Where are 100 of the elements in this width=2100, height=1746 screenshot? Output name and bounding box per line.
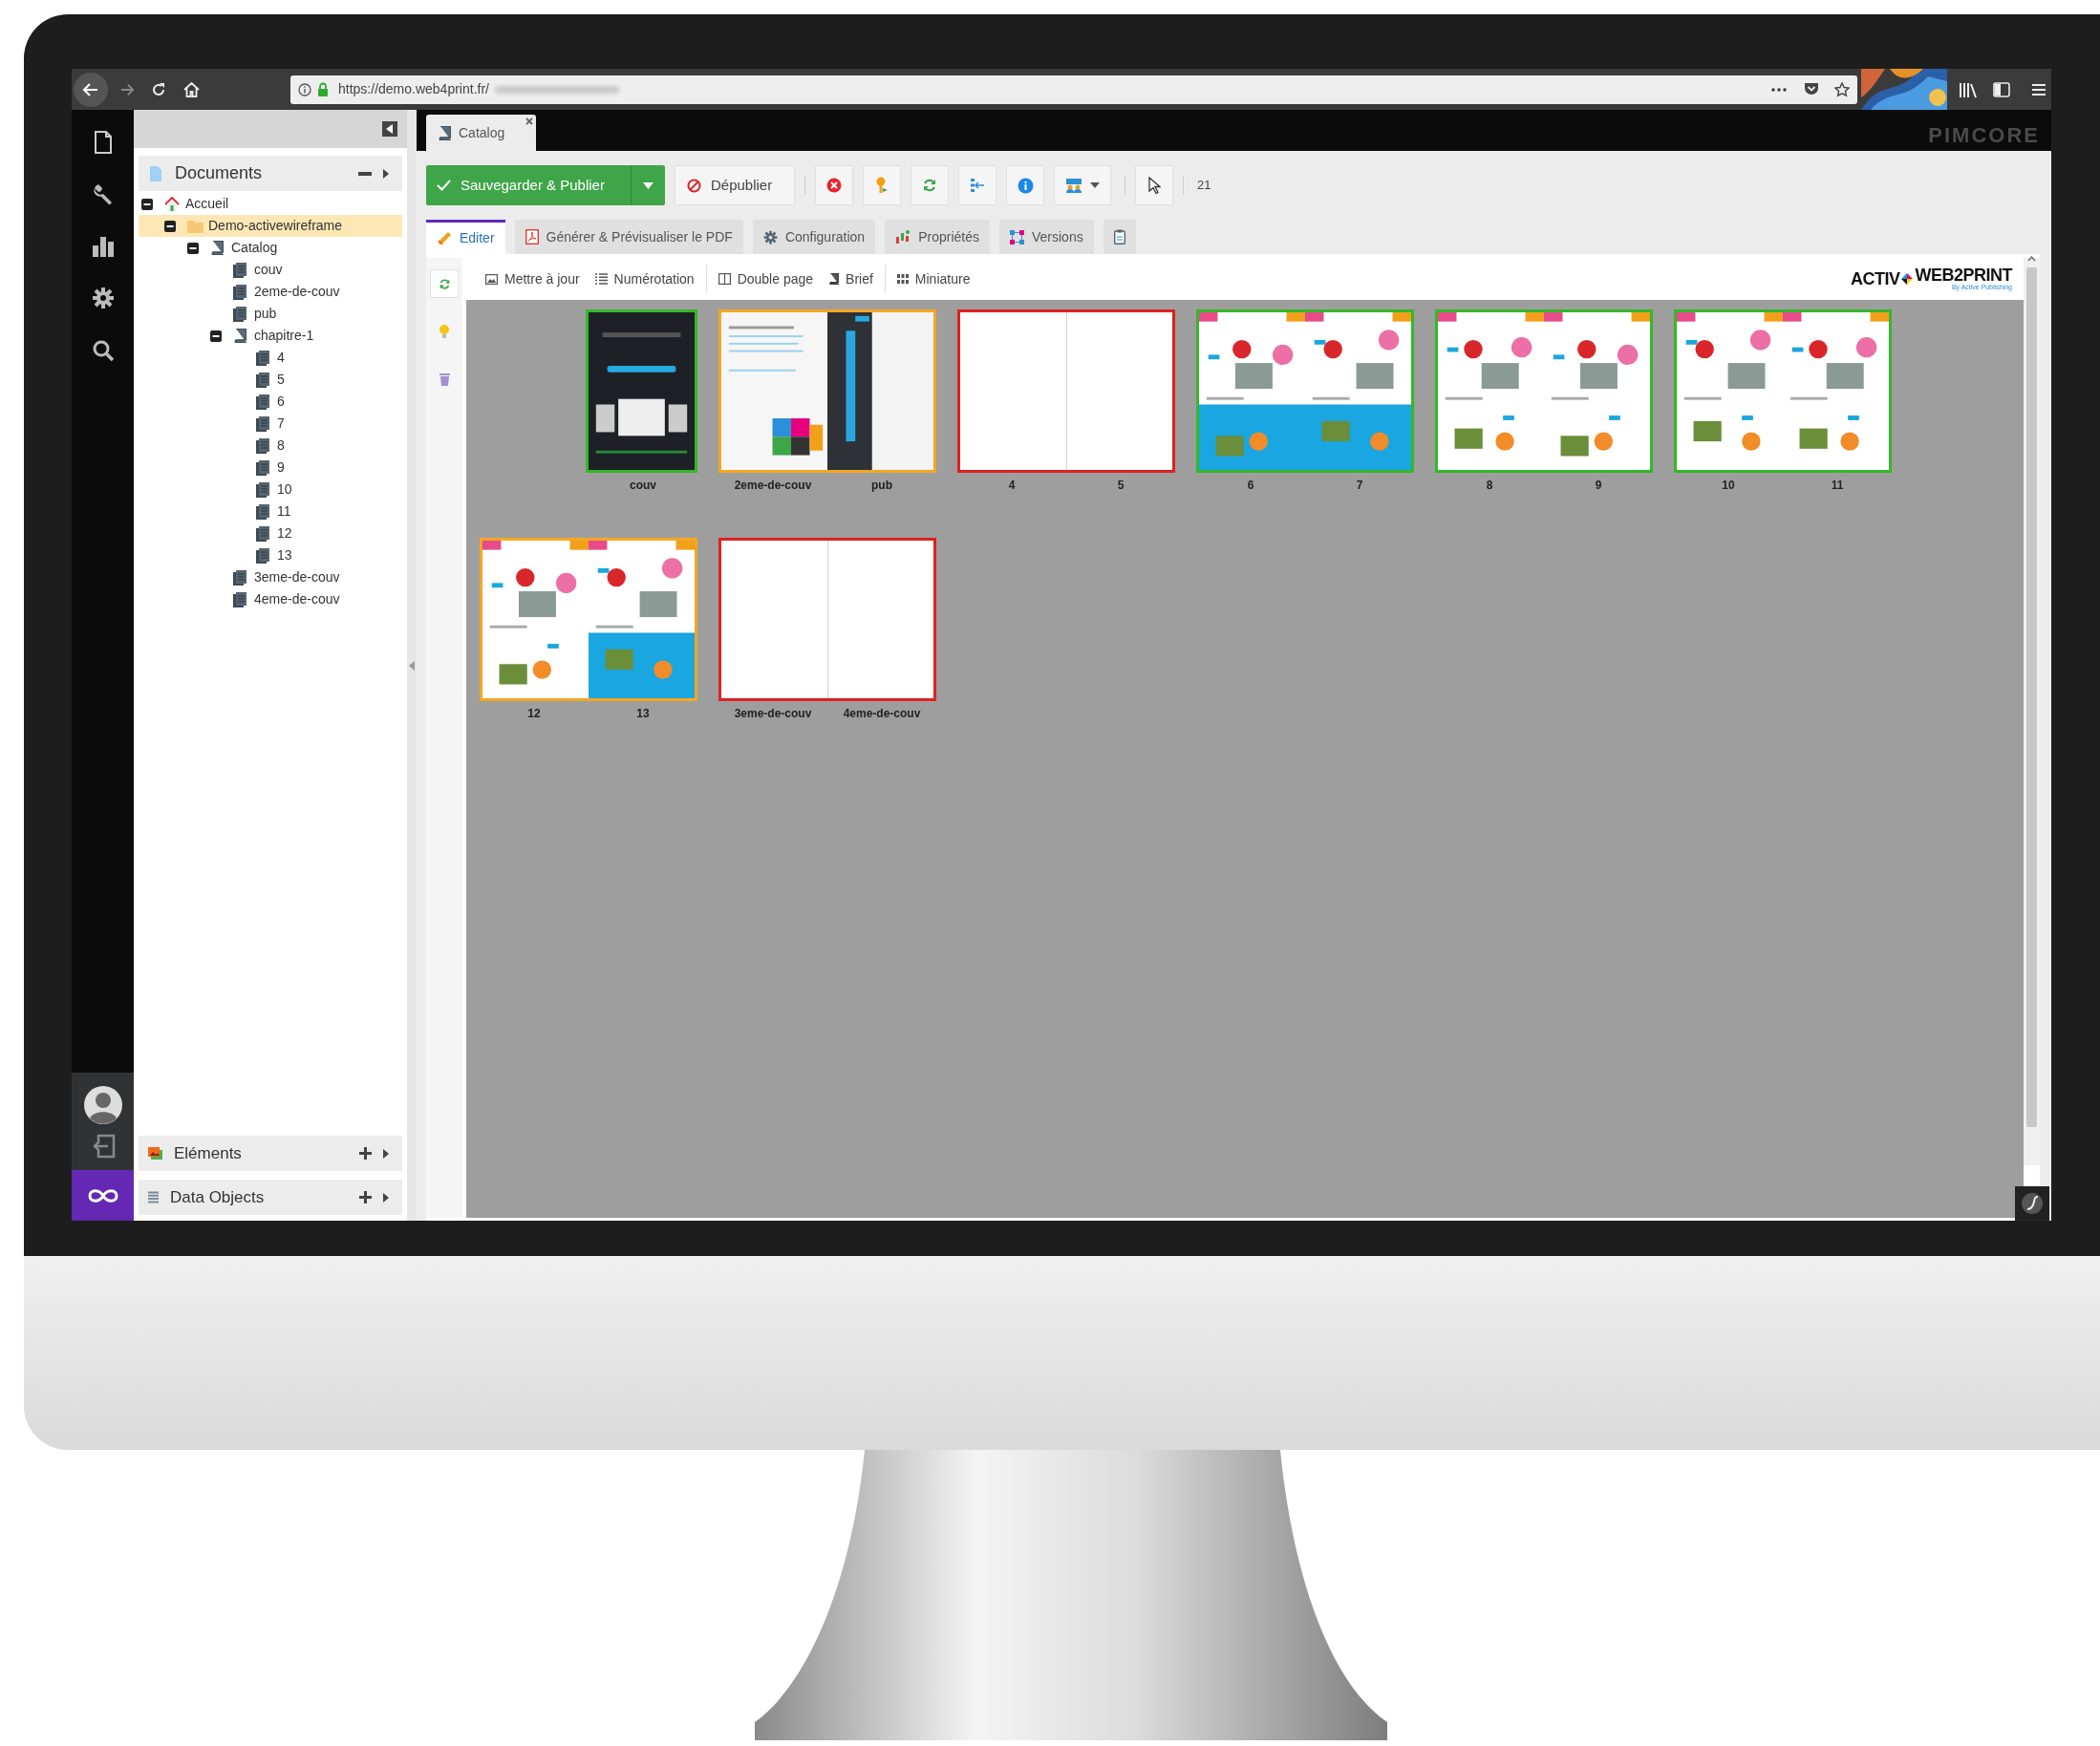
menu-icon[interactable] (2031, 82, 2046, 96)
tab[interactable]: Propriétés (885, 220, 990, 254)
page-spread[interactable] (718, 309, 936, 473)
collapse-toggle-icon[interactable] (187, 242, 199, 254)
expand-arrow-icon[interactable] (383, 1192, 389, 1203)
panel-title-bar[interactable]: Eléments (139, 1136, 402, 1171)
tree-item[interactable]: 10 (139, 479, 402, 500)
tree-item[interactable]: 3eme-de-couv (139, 566, 402, 588)
search-icon[interactable] (91, 339, 115, 362)
avatar-icon[interactable] (83, 1086, 122, 1124)
page-label: 2eme-de-couv (733, 478, 813, 494)
tree-item[interactable]: pub (139, 303, 402, 325)
tree-item[interactable]: 7 (139, 413, 402, 435)
page-label: 4eme-de-couv (842, 706, 922, 722)
add-icon[interactable] (359, 1147, 372, 1160)
lock-icon (317, 82, 329, 96)
collapse-toggle-icon[interactable] (210, 330, 222, 342)
panel-title-bar[interactable]: Data Objects (139, 1180, 402, 1215)
book-icon (438, 125, 451, 140)
key-icon (875, 177, 889, 194)
add-icon[interactable] (359, 1191, 372, 1203)
scroll-thumb[interactable] (2026, 267, 2037, 1127)
tab[interactable]: Editer (426, 220, 505, 254)
tab[interactable]: Générer & Prévisualiser le PDF (514, 220, 743, 254)
toolbar-button[interactable]: Brief (821, 268, 881, 289)
caret-icon (1090, 182, 1100, 188)
chart-icon[interactable] (91, 236, 115, 257)
home-icon[interactable] (183, 81, 200, 97)
page-stack-icon (256, 350, 269, 366)
forward-icon[interactable] (119, 81, 135, 97)
page-stack-icon (233, 591, 246, 607)
tab[interactable]: Configuration (752, 220, 876, 254)
toolbar-button[interactable]: Mettre à jour (478, 268, 588, 289)
pdf-icon (525, 229, 539, 245)
tab[interactable] (1103, 220, 1136, 254)
page-stack-icon (233, 284, 246, 300)
tree-item[interactable]: Catalog (139, 237, 402, 259)
tree-item[interactable]: 4 (139, 347, 402, 369)
back-button[interactable] (74, 72, 108, 107)
symfony-icon[interactable] (2015, 1186, 2049, 1221)
collapse-button[interactable] (382, 121, 397, 137)
settings-icon[interactable] (91, 287, 115, 309)
page-stack-icon (256, 547, 269, 564)
page-label: 3eme-de-couv (733, 706, 813, 722)
properties-icon (895, 229, 911, 245)
pointer-button[interactable] (1135, 165, 1173, 205)
close-icon[interactable] (525, 117, 533, 125)
clipboard-icon (1113, 229, 1125, 245)
tree-item[interactable]: 6 (139, 391, 402, 413)
collapse-toggle-icon[interactable] (164, 220, 176, 232)
wrench-icon[interactable] (91, 183, 115, 206)
tree-item[interactable]: chapitre-1 (139, 325, 402, 347)
delete-button[interactable] (815, 165, 853, 205)
pocket-icon[interactable] (1804, 82, 1819, 96)
expand-arrow-icon[interactable] (383, 1148, 389, 1159)
page-stack-icon (256, 437, 269, 454)
document-tab[interactable]: Catalog (426, 115, 536, 151)
logo-tile[interactable] (72, 1170, 134, 1221)
bookmark-star-icon[interactable] (1834, 81, 1850, 97)
library-icon[interactable] (1959, 80, 1978, 98)
tree-item[interactable]: 4eme-de-couv (139, 588, 402, 610)
toolbar-button[interactable]: Numérotation (587, 268, 702, 289)
back-arrow-icon (82, 80, 99, 98)
more-icon[interactable] (1771, 87, 1787, 92)
users-dropdown-button[interactable] (1054, 165, 1111, 205)
tree-item[interactable]: 12 (139, 522, 402, 544)
address-bar[interactable]: https://demo.web4print.fr/ (290, 75, 1857, 104)
document-icon[interactable] (92, 131, 114, 154)
sidebar-icon[interactable] (1993, 81, 2010, 97)
tree-item[interactable]: 9 (139, 457, 402, 479)
tree-item[interactable]: 11 (139, 500, 402, 522)
reload-button[interactable] (911, 165, 949, 205)
tree-item[interactable]: 13 (139, 544, 402, 566)
page-label: 7 (1355, 478, 1364, 494)
tree-item[interactable]: couv (139, 259, 402, 281)
expand-arrow-icon[interactable] (383, 168, 389, 179)
tree-item[interactable]: 2eme-de-couv (139, 281, 402, 303)
numbered-list-icon (594, 273, 608, 285)
tree-item[interactable]: 5 (139, 369, 402, 391)
page-count: 21 (1197, 176, 1211, 194)
toolbar-button[interactable]: Double page (710, 268, 822, 289)
page-stack-icon (256, 503, 269, 520)
unpublish-button[interactable]: Dépublier (675, 165, 795, 205)
hierarchy-icon (970, 178, 985, 193)
collapse-toggle-icon[interactable] (141, 198, 153, 210)
reload-icon (922, 178, 937, 193)
hierarchy-button[interactable] (958, 165, 996, 205)
scrollbar[interactable] (2024, 258, 2040, 1165)
tree-item[interactable]: Demo-activewireframe (139, 215, 402, 237)
scroll-up-icon[interactable] (2027, 256, 2036, 262)
tab[interactable]: Versions (998, 220, 1094, 254)
reload-icon[interactable] (151, 81, 166, 97)
collapse-all-icon[interactable] (358, 171, 372, 176)
refresh-button[interactable] (430, 269, 459, 298)
toolbar-button[interactable]: Miniature (889, 268, 978, 289)
tree-item[interactable]: Accueil (139, 193, 402, 215)
info-button[interactable] (1006, 165, 1044, 205)
page-label: couv (629, 478, 657, 494)
info-icon (298, 82, 311, 96)
tree-item[interactable]: 8 (139, 435, 402, 457)
